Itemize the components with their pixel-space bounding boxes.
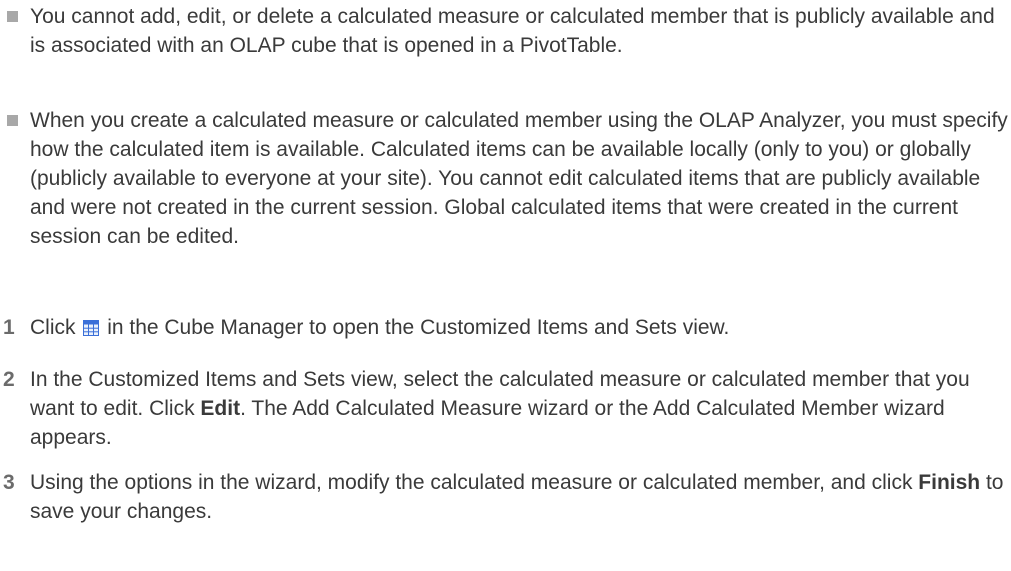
bullet-text: You cannot add, edit, or delete a calcul… — [30, 5, 995, 57]
bullet-item-2: When you create a calculated measure or … — [0, 106, 1011, 251]
bullet-text: When you create a calculated measure or … — [30, 109, 1008, 248]
step-text-after: in the Cube Manager to open the Customiz… — [107, 316, 730, 339]
step-number: 1 — [3, 316, 15, 339]
bullet-item-1: You cannot add, edit, or delete a calcul… — [0, 2, 1011, 60]
step-3: 3 Using the options in the wizard, modif… — [0, 468, 1011, 526]
finish-button-label: Finish — [918, 471, 981, 494]
square-bullet-icon — [7, 11, 18, 22]
step-text-before: Using the options in the wizard, modify … — [30, 471, 919, 494]
step-1: 1 Click in the Cube Manager to open the … — [0, 313, 1011, 342]
customized-items-sets-icon — [83, 315, 100, 336]
square-bullet-icon — [7, 115, 18, 126]
step-number: 2 — [3, 368, 15, 391]
step-text-before: Click — [30, 316, 76, 339]
step-number: 3 — [3, 471, 15, 494]
edit-button-label: Edit — [200, 397, 241, 420]
step-2: 2 In the Customized Items and Sets view,… — [0, 365, 1011, 452]
